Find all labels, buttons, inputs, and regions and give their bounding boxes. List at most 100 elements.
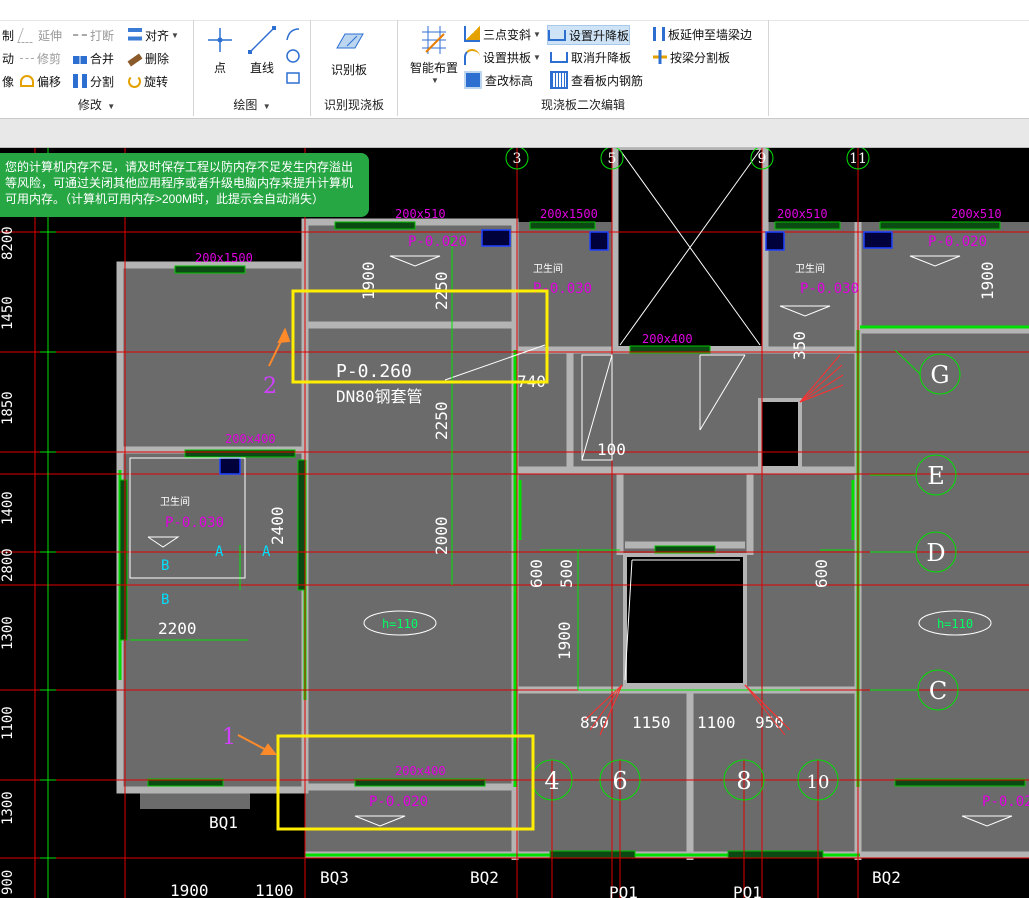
memory-warning-text: 您的计算机内存不足，请及时保存工程以防内存不足发生内存溢出等风险，可通过关闭其他… (5, 160, 354, 206)
split-icon (73, 74, 87, 88)
modify-group: 制 动 像 延伸 打断 对齐 ▼ 修剪 合并 删除 偏移 分割 旋转 修改 ▼ (0, 20, 194, 116)
beam[interactable] (549, 850, 636, 859)
circle-tool-button[interactable] (284, 48, 302, 69)
point-icon (208, 28, 232, 52)
merge-label: 合并 (90, 51, 115, 66)
delete-button[interactable]: 删除 (127, 49, 169, 67)
wall-bq2-b: BQ2 (872, 868, 901, 887)
modify-col1-item-1[interactable]: 制 (2, 26, 14, 44)
split-by-beam-label: 按梁分割板 (670, 50, 731, 65)
beam[interactable] (184, 449, 296, 458)
slab-regions (120, 222, 1029, 855)
cancel-lift-slab-button[interactable]: 取消升降板 (550, 48, 631, 66)
wall-bq2-a: BQ2 (470, 868, 499, 887)
thickness-h110-a: h=110 (382, 617, 418, 631)
point-button[interactable]: 点 (200, 24, 240, 76)
slab-elevation-label: P-0.260 (336, 361, 412, 382)
elev-p0020-b: P-0.020 (928, 234, 987, 250)
elev-p0020-a: P-0.020 (408, 234, 467, 250)
axis-bottom-4: 4 (544, 767, 559, 795)
eraser-icon (127, 53, 143, 67)
drawing-canvas[interactable]: 8200 1450 1850 1400 2800 1300 1100 1300 … (0, 148, 1029, 898)
set-arch-label: 设置拱板 (483, 50, 532, 65)
left-dim-1: 8200 (0, 226, 16, 260)
thickness-h110-b: h=110 (937, 617, 973, 631)
trim-label: 修剪 (37, 51, 62, 66)
line-label: 直线 (249, 61, 274, 75)
rotate-button[interactable]: 旋转 (128, 72, 168, 90)
dim-1150: 1150 (632, 713, 671, 732)
offset-button[interactable]: 偏移 (20, 72, 61, 90)
trim-button[interactable]: 修剪 (20, 49, 61, 67)
smart-layout-button[interactable]: 智能布置 ▼ (406, 24, 462, 85)
wall-pq1-b: PQ1 (733, 883, 762, 898)
split-by-beam-button[interactable]: 按梁分割板 (653, 48, 730, 66)
rotate-label: 旋转 (144, 74, 169, 89)
set-arch-dropdown-icon[interactable]: ▼ (533, 53, 541, 62)
modify-col1-item-3[interactable]: 像 (2, 72, 14, 90)
beam[interactable] (529, 221, 596, 230)
beam[interactable] (297, 459, 306, 591)
three-point-slope-dropdown-icon[interactable]: ▼ (533, 30, 541, 39)
axis-top-9: 9 (758, 151, 767, 167)
set-lift-slab-button[interactable]: 设置升降板 (547, 25, 631, 45)
beam-200x400-b: 200x400 (642, 332, 693, 346)
identify-slab-label: 识别板 (330, 63, 367, 77)
view-rebar-button[interactable]: 查看板内钢筋 (550, 71, 643, 89)
merge-button[interactable]: 合并 (73, 49, 114, 67)
dim-100: 100 (597, 440, 626, 459)
align-dropdown-icon[interactable]: ▼ (171, 31, 179, 40)
set-arch-button[interactable]: 设置拱板 ▼ (464, 48, 541, 66)
left-dim-3: 1850 (0, 391, 16, 425)
modify-group-label[interactable]: 修改 ▼ (0, 96, 193, 113)
section-a-1: A (215, 544, 224, 560)
beam-200x510-c: 200x510 (951, 207, 1002, 221)
smart-layout-dropdown-icon[interactable]: ▼ (408, 76, 462, 85)
extend-to-wall-button[interactable]: 板延伸至墙梁边 (653, 25, 752, 43)
line-button[interactable]: 直线 (242, 24, 282, 76)
beam[interactable] (727, 850, 824, 859)
merge-icon (73, 56, 87, 64)
wall-pq1-a: PQ1 (609, 883, 638, 898)
slab-edit-group-label: 现浇板二次编辑 (540, 98, 625, 112)
beam-200x510-b: 200x510 (777, 207, 828, 221)
split-button[interactable]: 分割 (73, 72, 114, 90)
three-point-slope-button[interactable]: 三点变斜 ▼ (464, 25, 541, 43)
left-dim-2: 1450 (0, 296, 16, 330)
rect-tool-button[interactable] (284, 70, 302, 91)
identify-slab-button[interactable]: 识别板 (319, 28, 379, 78)
beam[interactable] (174, 265, 246, 274)
modify-col1-item-2[interactable]: 动 (2, 49, 14, 67)
beam[interactable] (334, 221, 416, 230)
beam[interactable] (119, 479, 128, 641)
set-lift-slab-label: 设置升降板 (569, 28, 630, 43)
three-point-slope-label: 三点变斜 (483, 27, 532, 42)
view-elevation-button[interactable]: 查改标高 (464, 71, 533, 89)
beam[interactable] (774, 221, 841, 230)
extend-icon (17, 27, 38, 43)
draw-group-label[interactable]: 绘图 ▼ (194, 96, 310, 113)
view-rebar-label: 查看板内钢筋 (571, 73, 644, 88)
beam[interactable] (879, 221, 1001, 230)
arc-tool-button[interactable] (284, 26, 302, 47)
dim-2200: 2200 (158, 619, 197, 638)
slab-center-left[interactable] (305, 222, 515, 787)
left-dim-7: 1100 (0, 706, 16, 740)
align-button[interactable]: 对齐 ▼ (128, 26, 179, 44)
break-button[interactable]: 打断 (73, 26, 114, 44)
extend-button[interactable]: 延伸 (17, 26, 63, 44)
break-label: 打断 (90, 28, 115, 43)
dim-850: 850 (580, 713, 609, 732)
dim-2000: 2000 (432, 516, 451, 555)
elev-p0030-a: P-0.030 (533, 281, 592, 297)
extend-label: 延伸 (38, 28, 63, 43)
line-icon (248, 26, 276, 54)
identify-group: 识别板 识别现浇板 (311, 20, 398, 116)
split-by-beam-icon (653, 50, 667, 64)
dim-2250-mid: 2250 (432, 401, 451, 440)
dim-600-b: 600 (812, 559, 831, 588)
memory-warning-notice[interactable]: 您的计算机内存不足，请及时保存工程以防内存不足发生内存溢出等风险，可通过关闭其他… (0, 153, 369, 217)
wall-bq3: BQ3 (320, 868, 349, 887)
axis-top-11: 11 (849, 151, 867, 167)
arch-icon (464, 49, 480, 65)
